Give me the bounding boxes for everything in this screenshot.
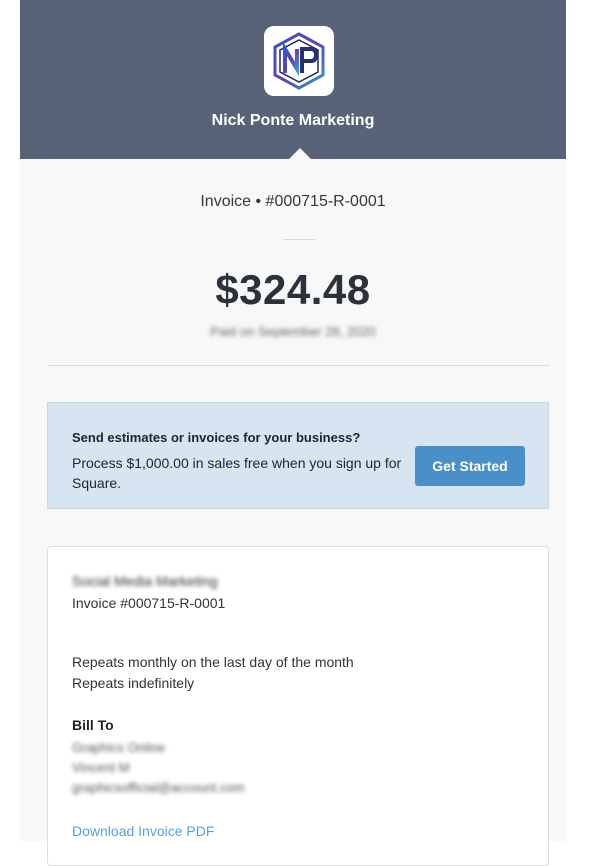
divider bbox=[283, 239, 315, 240]
invoice-header: Nick Ponte Marketing bbox=[20, 0, 566, 159]
business-name: Nick Ponte Marketing bbox=[211, 112, 375, 129]
invoice-title: Invoice • #000715-R-0001 bbox=[200, 193, 386, 210]
square-promo-banner: Send estimates or invoices for your busi… bbox=[47, 402, 549, 509]
invoice-page: Nick Ponte Marketing Invoice • #000715-R… bbox=[20, 0, 566, 866]
business-logo bbox=[264, 26, 334, 96]
invoice-number: Invoice #000715-R-0001 bbox=[72, 595, 226, 611]
get-started-button[interactable]: Get Started bbox=[415, 446, 525, 486]
business-name-blurred: Social Media Marketing bbox=[72, 573, 218, 589]
header-pointer bbox=[289, 148, 311, 159]
promo-text: Process $1,000.00 in sales free when you… bbox=[72, 455, 402, 491]
divider bbox=[48, 365, 550, 366]
bill-to-email: graphicsofficial@account.com bbox=[72, 780, 245, 795]
bill-to-name: Graphics Online bbox=[72, 740, 166, 755]
invoice-details-card: Social Media Marketing Invoice #000715-R… bbox=[47, 546, 549, 866]
paid-date-blurred: Paid on September 28, 2020 bbox=[210, 324, 376, 339]
bill-to-contact: Vincent M bbox=[72, 760, 130, 775]
bill-to-label: Bill To bbox=[72, 717, 114, 733]
promo-title: Send estimates or invoices for your busi… bbox=[72, 430, 361, 445]
np-logo-icon bbox=[273, 32, 325, 90]
download-invoice-pdf-link[interactable]: Download Invoice PDF bbox=[72, 823, 214, 839]
repeat-duration: Repeats indefinitely bbox=[72, 675, 195, 691]
repeat-schedule: Repeats monthly on the last day of the m… bbox=[72, 654, 354, 670]
invoice-amount: $324.48 bbox=[215, 266, 371, 313]
